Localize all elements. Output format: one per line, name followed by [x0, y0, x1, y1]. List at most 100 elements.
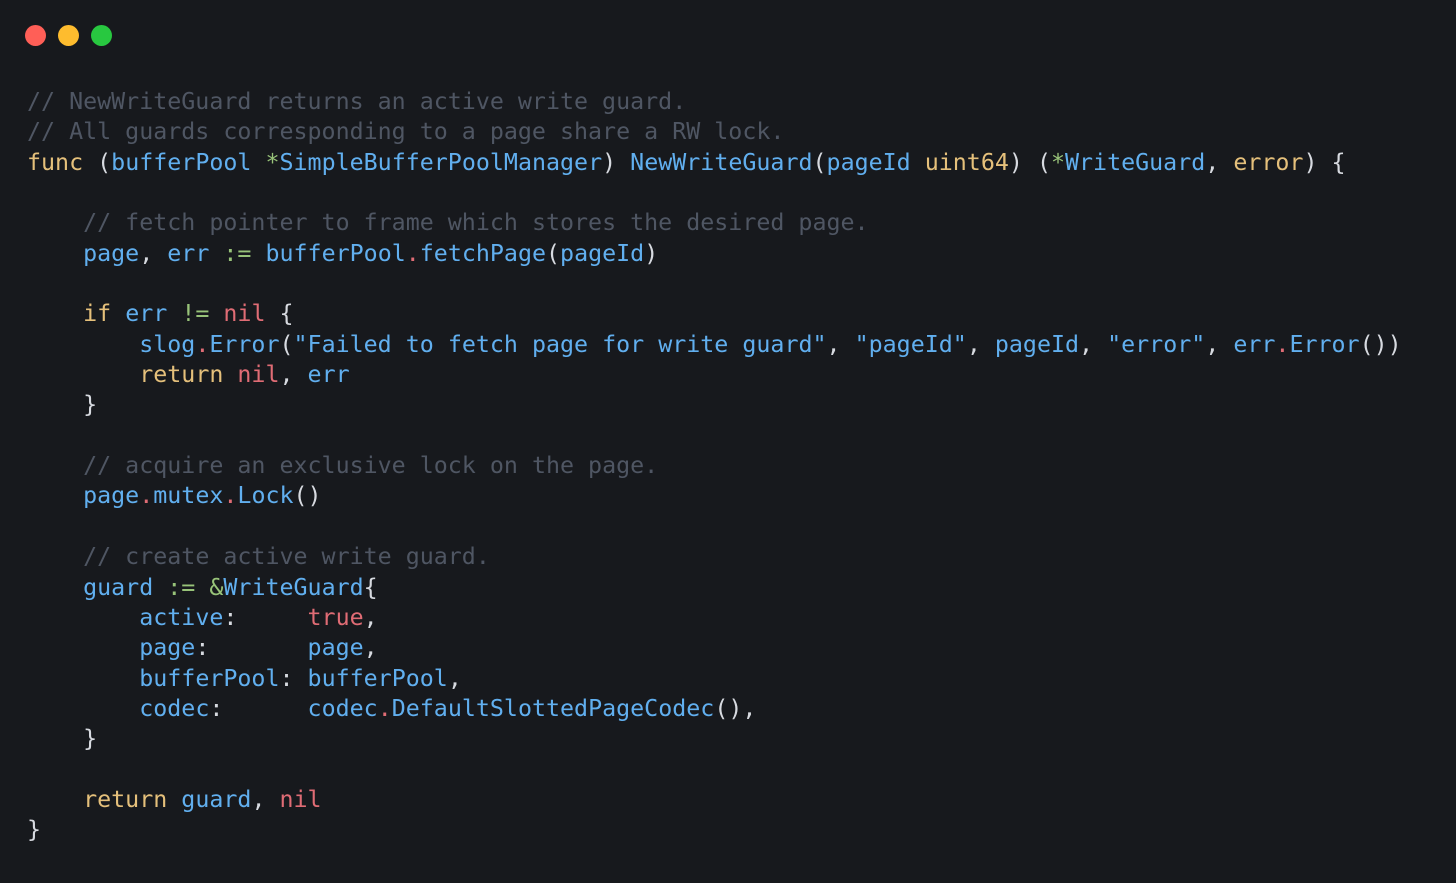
code-line: return nil, err [27, 360, 1402, 390]
code-token: DefaultSlottedPageCodec [391, 694, 715, 722]
code-token: ( [279, 330, 294, 358]
code-token: page [307, 634, 364, 662]
code-line: // fetch pointer to frame which stores t… [27, 208, 1402, 238]
code-token: guard [83, 573, 154, 601]
code-token: { [363, 573, 378, 601]
code-window: // NewWriteGuard returns an active write… [0, 0, 1456, 883]
code-token: codec [139, 694, 210, 722]
code-line: bufferPool: bufferPool, [27, 664, 1402, 694]
code-token: page [139, 634, 196, 662]
code-token: bufferPool [307, 664, 448, 692]
code-token: nil [223, 300, 266, 328]
code-token: // acquire an exclusive lock on the page… [83, 452, 659, 480]
code-token: err [307, 361, 350, 389]
code-line: // All guards corresponding to a page sh… [27, 117, 1402, 147]
code-token: ) ( [1008, 148, 1051, 176]
code-line: active: true, [27, 603, 1402, 633]
window-titlebar [25, 25, 112, 47]
code-token: Error [1289, 330, 1360, 358]
code-token: error [1233, 148, 1304, 176]
code-token: err [167, 239, 210, 267]
code-line: page: page, [27, 633, 1402, 663]
code-token: , [363, 634, 378, 662]
code-token: . [1275, 330, 1290, 358]
code-token: , [279, 361, 308, 389]
code-token: page [83, 239, 140, 267]
code-token: fetchPage [419, 239, 547, 267]
code-token: pageId [826, 148, 911, 176]
code-token: codec [307, 694, 378, 722]
code-token: , [363, 603, 378, 631]
minimize-button[interactable] [58, 25, 79, 46]
code-line: if err != nil { [27, 299, 1402, 329]
code-token: // fetch pointer to frame which stores t… [83, 209, 869, 237]
code-token: : [195, 634, 308, 662]
code-line: guard := &WriteGuard{ [27, 573, 1402, 603]
code-token: if [83, 300, 112, 328]
code-token: := [167, 573, 196, 601]
code-token: () [293, 482, 322, 510]
code-token: , [1205, 148, 1234, 176]
code-token: { [265, 300, 294, 328]
code-line: codec: codec.DefaultSlottedPageCodec(), [27, 694, 1402, 724]
code-line: } [27, 724, 1402, 754]
code-block: // NewWriteGuard returns an active write… [27, 87, 1402, 846]
code-token: SimpleBufferPoolManager [279, 148, 603, 176]
code-token: func [27, 148, 84, 176]
code-line: page.mutex.Lock() [27, 481, 1402, 511]
code-token: , [251, 785, 280, 813]
code-token: slog [139, 330, 196, 358]
code-token: WriteGuard [1065, 148, 1206, 176]
code-token: := [223, 239, 252, 267]
code-token: bufferPool [139, 664, 280, 692]
code-line: } [27, 815, 1402, 845]
code-token: ( [812, 148, 827, 176]
code-token: . [195, 330, 210, 358]
code-token: true [307, 603, 364, 631]
code-line: // create active write guard. [27, 542, 1402, 572]
code-token: , [447, 664, 462, 692]
code-token: active [139, 603, 224, 631]
code-token: return [83, 785, 168, 813]
code-token: pageId [560, 239, 645, 267]
code-token: : [223, 603, 308, 631]
code-token: . [223, 482, 238, 510]
code-token: ( [83, 148, 112, 176]
code-token: // NewWriteGuard returns an active write… [27, 88, 687, 115]
code-token: } [27, 816, 42, 844]
code-token: NewWriteGuard [630, 148, 813, 176]
maximize-button[interactable] [91, 25, 112, 46]
code-line: // acquire an exclusive lock on the page… [27, 451, 1402, 481]
code-token: pageId [994, 330, 1080, 358]
code-token: , [966, 330, 995, 358]
code-token: // create active write guard. [83, 543, 490, 571]
code-token: nil [279, 785, 322, 813]
close-button[interactable] [25, 25, 46, 46]
code-token: . [405, 239, 420, 267]
code-token: . [139, 482, 154, 510]
code-token: } [27, 725, 98, 753]
code-token: bufferPool [265, 239, 406, 267]
